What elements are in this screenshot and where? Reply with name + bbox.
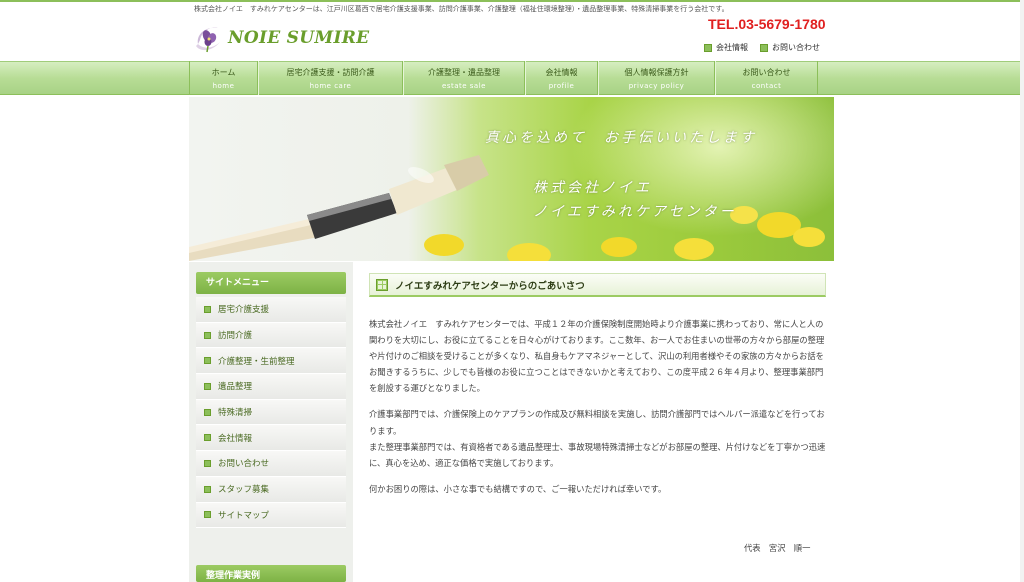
header-link-contact[interactable]: お問い合わせ [760,42,820,53]
square-bullet-icon [204,357,211,365]
sidebar-item-label: 介護整理・生前整理 [218,356,295,367]
nav-item-privacy[interactable]: 個人情報保護方針 privacy policy [598,61,715,95]
sidebar-item-sitemap[interactable]: サイトマップ [196,502,346,529]
sidebar-item-label: スタッフ募集 [218,485,270,496]
paragraph: 介護事業部門では、介護保険上のケアプランの作成及び無料相談を実施し、訪問介護部門… [369,409,825,436]
nav-sublabel: privacy policy [628,81,685,90]
sidebar-item-recruit[interactable]: スタッフ募集 [196,476,346,503]
scrollbar[interactable] [1020,0,1024,582]
nav-sublabel: profile [548,81,575,90]
paragraph: 何かお困りの際は、小さな事でも結構ですので、ご一報いただければ幸いです。 [369,483,667,494]
sidebar-item-label: 訪問介護 [218,331,253,342]
nav-item-profile[interactable]: 会社情報 profile [525,61,598,95]
hero-headline: 真心を込めて お手伝いいたします [485,130,757,146]
sidebar-item-company-info[interactable]: 会社情報 [196,425,346,452]
sidebar-item-label: 遺品整理 [218,382,253,393]
nav-sublabel: home [212,81,235,90]
hero-company: 株式会社ノイエ [533,180,652,196]
page-title: ノイエすみれケアセンターからのごあいさつ [395,280,585,292]
sidebar-item-contact[interactable]: お問い合わせ [196,451,346,477]
square-bullet-icon [760,43,768,52]
square-bullet-icon [204,434,211,442]
square-bullet-icon [204,408,211,416]
paragraph: また整理事業部門では、有資格者である遺品整理士、事故現場特殊清掃士などがお部屋の… [369,441,826,468]
sidebar-menu-title: サイトメニュー [196,272,346,294]
nav-label: 介護整理・遺品整理 [428,67,500,77]
sidebar-item-special-cleaning[interactable]: 特殊清掃 [196,399,346,426]
square-bullet-icon [204,485,211,493]
main-nav: ホーム home 居宅介護支援・訪問介護 home care 介護整理・遺品整理… [189,61,818,95]
nav-item-home[interactable]: ホーム home [189,61,258,95]
signature: 代表 宮沢 順一 [744,543,811,553]
sidebar-menu: 居宅介護支援 訪問介護 介護整理・生前整理 遺品整理 特殊清掃 会社情報 お問い… [196,297,346,529]
nav-label: 会社情報 [545,67,578,77]
square-bullet-icon [704,43,712,52]
nav-item-contact[interactable]: お問い合わせ contact [715,61,818,95]
header-link-label: 会社情報 [716,43,748,52]
sidebar-item-label: サイトマップ [218,510,270,521]
sidebar-section-title: 整理作業実例 [196,565,346,582]
square-bullet-icon [204,382,211,390]
paragraph: 株式会社ノイエ すみれケアセンターでは、平成１２年の介護保険制度開始時より介護事… [369,319,825,394]
hero-center-name: ノイエすみれケアセンター [533,204,737,220]
sidebar-item-home-care-support[interactable]: 居宅介護支援 [196,297,346,323]
square-bullet-icon [204,305,211,313]
nav-label: 居宅介護支援・訪問介護 [286,67,375,77]
greeting-body: 株式会社ノイエ すみれケアセンターでは、平成１２年の介護保険制度開始時より介護事… [369,316,827,507]
nav-item-home-care[interactable]: 居宅介護支援・訪問介護 home care [258,61,403,95]
paintbrush-illustration [189,155,825,261]
nav-sublabel: estate sale [442,81,486,90]
square-bullet-icon [204,459,211,467]
hero-banner: 真心を込めて お手伝いいたします 株式会社ノイエ ノイエすみれケアセンター [189,97,834,261]
nav-sublabel: home care [309,81,352,90]
sidebar-item-label: 特殊清掃 [218,408,253,419]
nav-label: ホーム [211,67,236,77]
square-bullet-icon [204,511,211,519]
nav-sublabel: contact [751,81,782,90]
content-heading: ノイエすみれケアセンターからのごあいさつ [369,273,826,297]
sidebar-item-label: 居宅介護支援 [218,305,270,316]
nav-item-estate-sale[interactable]: 介護整理・遺品整理 estate sale [403,61,525,95]
heading-grid-icon [376,278,388,291]
logo-text: NOIE SUMIRE [228,28,370,48]
header-link-label: お問い合わせ [772,43,820,52]
violet-logo-icon [192,22,224,54]
square-bullet-icon [204,331,211,339]
sidebar-item-visiting-care[interactable]: 訪問介護 [196,322,346,349]
header-links: 会社情報 お問い合わせ [704,42,820,53]
sidebar-item-care-organizing[interactable]: 介護整理・生前整理 [196,348,346,375]
site-logo[interactable]: NOIE SUMIRE [192,22,369,54]
sidebar-item-label: 会社情報 [218,433,253,444]
phone-number: TEL.03-5679-1780 [708,16,826,32]
sidebar-item-estate-organizing[interactable]: 遺品整理 [196,374,346,400]
sidebar-item-label: お問い合わせ [218,459,270,470]
header-link-company[interactable]: 会社情報 [704,42,748,53]
nav-label: 個人情報保護方針 [624,67,689,77]
nav-label: お問い合わせ [742,67,791,77]
header-tagline: 株式会社ノイエ すみれケアセンターは、江戸川区葛西で居宅介護支援事業、訪問介護事… [194,5,729,13]
top-border [0,0,1024,2]
